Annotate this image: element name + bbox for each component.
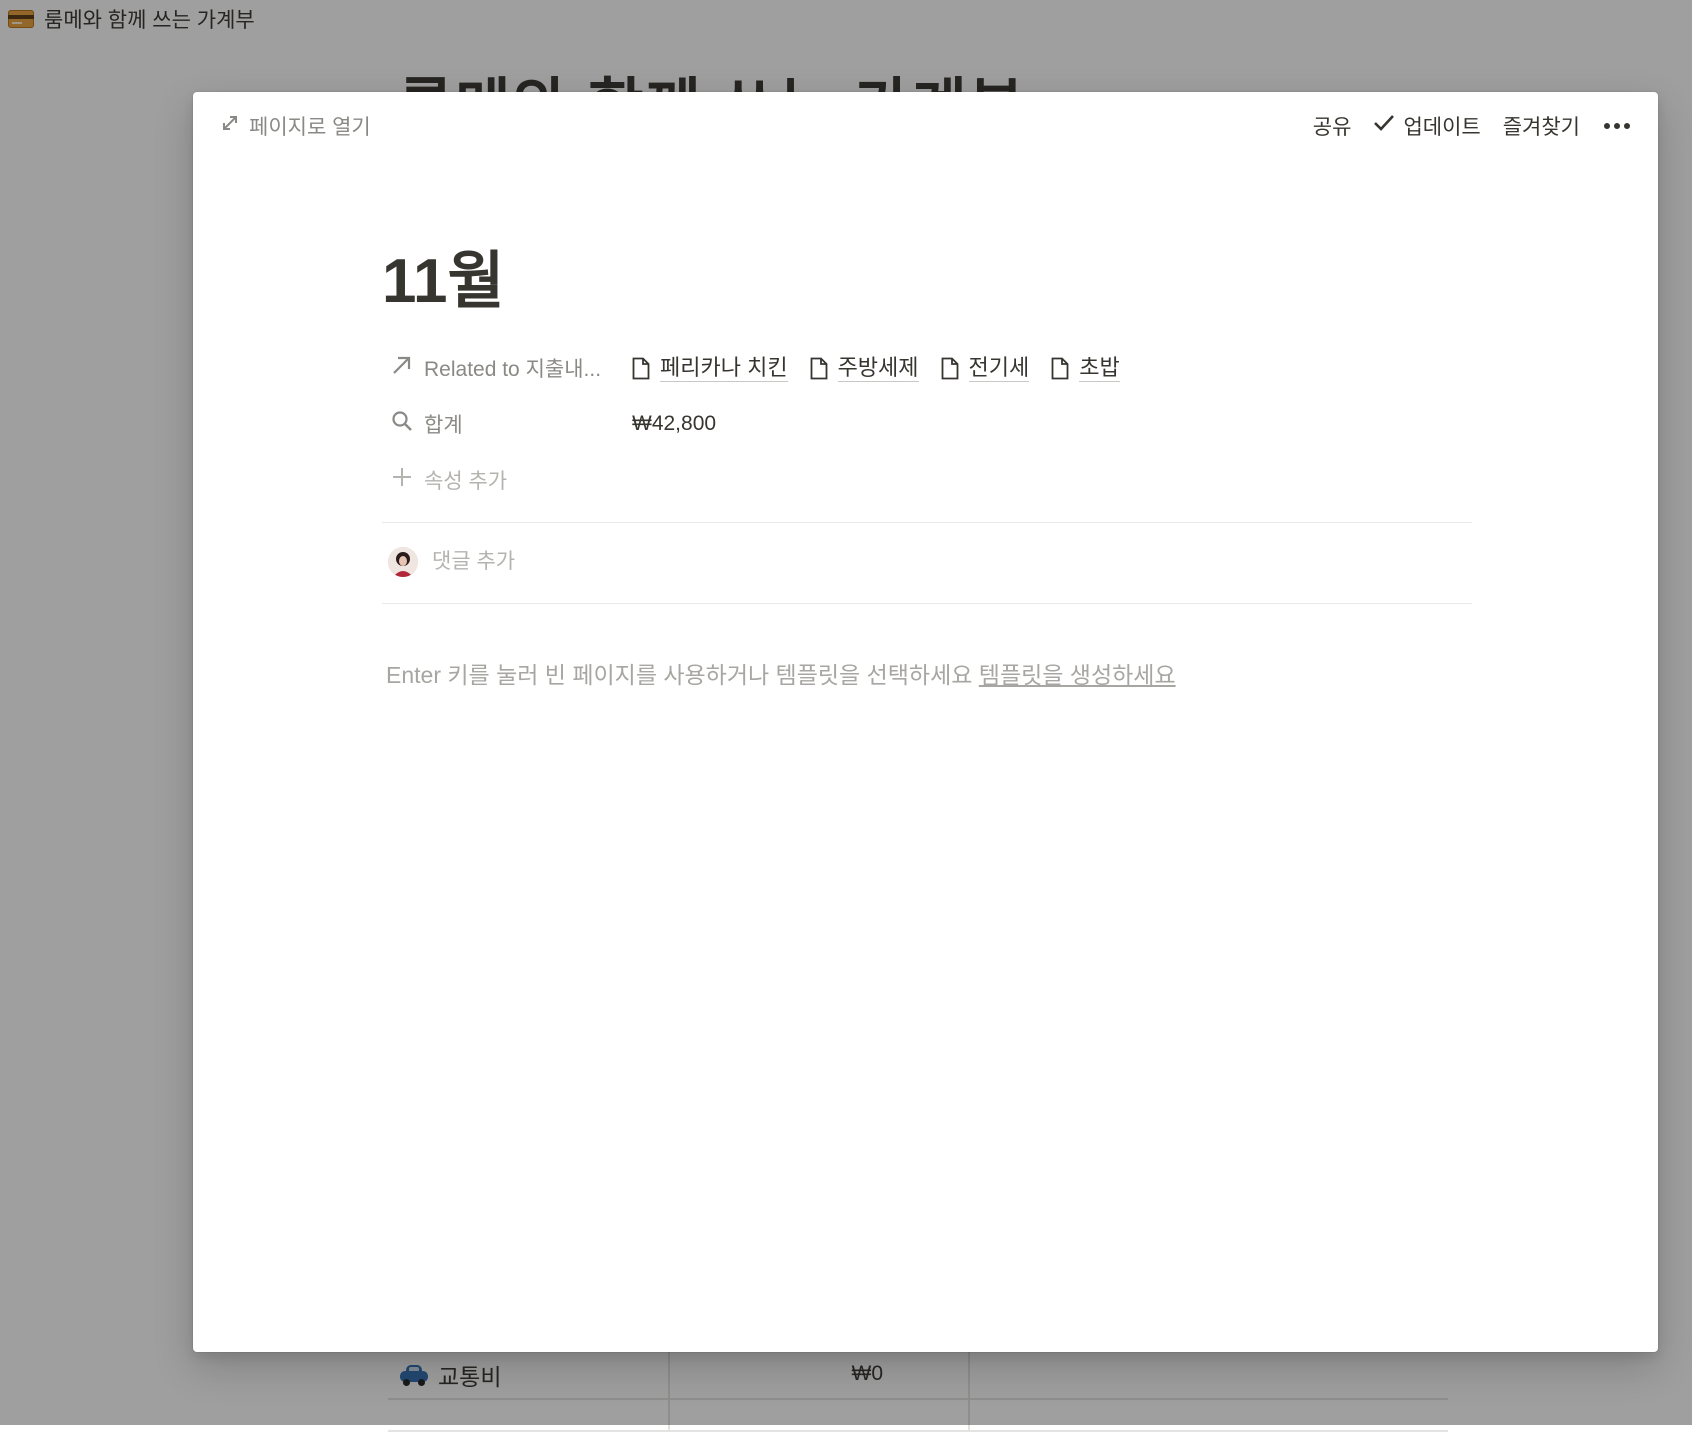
expand-arrows-icon	[221, 114, 239, 138]
relation-item-label: 페리카나 치킨	[660, 354, 788, 382]
page-icon	[632, 357, 650, 380]
add-property-button[interactable]: 속성 추가	[382, 452, 1472, 508]
add-property-text: 속성 추가	[424, 470, 508, 493]
share-label: 공유	[1312, 116, 1352, 139]
relation-item-label: 주방세제	[837, 354, 919, 382]
relation-item[interactable]: 전기세	[941, 355, 1030, 382]
modal-topbar: 페이지로 열기 공유 업데이트 즐겨찾기	[193, 92, 1658, 160]
comment-placeholder[interactable]: 댓글 추가	[432, 547, 515, 577]
page-title[interactable]: 11월	[382, 242, 1472, 322]
empty-page-hint[interactable]: Enter 키를 눌러 빈 페이지를 사용하거나 템플릿을 선택하세요 템플릿을…	[382, 656, 1472, 690]
property-row-total: 합계 ₩42,800	[382, 396, 1472, 452]
search-icon	[390, 409, 414, 439]
arrow-up-right-icon	[390, 353, 414, 383]
relation-item[interactable]: 페리카나 치킨	[632, 355, 788, 382]
property-row-relation: Related to 지출내... 페리카나 치킨 주방세제 전기세 초밥	[382, 340, 1472, 396]
relation-item-label: 초밥	[1079, 354, 1120, 382]
page-icon	[1051, 357, 1069, 380]
divider	[382, 603, 1472, 604]
favorite-label: 즐겨찾기	[1502, 116, 1580, 139]
relation-item[interactable]: 초밥	[1051, 354, 1120, 382]
checkmark-icon	[1373, 114, 1395, 138]
open-as-page-button[interactable]: 페이지로 열기	[221, 110, 371, 142]
property-label-text: 합계	[424, 414, 463, 437]
page-peek-modal: 페이지로 열기 공유 업데이트 즐겨찾기 11월 Related to 지출내.…	[193, 92, 1658, 1352]
comment-input-row[interactable]: 댓글 추가	[382, 523, 1472, 603]
page-content: 11월 Related to 지출내... 페리카나 치킨 주방세제 전기세 초…	[382, 242, 1472, 690]
total-amount: ₩42,800	[632, 412, 717, 435]
updates-label: 업데이트	[1403, 116, 1481, 139]
relation-values[interactable]: 페리카나 치킨 주방세제 전기세 초밥	[632, 340, 1120, 396]
property-label-relation[interactable]: Related to 지출내...	[390, 340, 630, 396]
favorite-button[interactable]: 즐겨찾기	[1503, 111, 1580, 141]
share-button[interactable]: 공유	[1313, 111, 1352, 141]
relation-item[interactable]: 주방세제	[810, 355, 919, 382]
more-options-icon[interactable]	[1602, 123, 1632, 129]
avatar	[388, 547, 418, 577]
updates-button[interactable]: 업데이트	[1373, 111, 1481, 141]
property-value-total[interactable]: ₩42,800	[632, 396, 716, 452]
page-icon	[941, 357, 959, 380]
empty-hint-text: Enter 키를 눌러 빈 페이지를 사용하거나 템플릿을 선택하세요	[386, 662, 973, 688]
relation-item-label: 전기세	[968, 354, 1030, 382]
property-label-text: Related to 지출내...	[424, 358, 602, 381]
page-icon	[810, 357, 828, 380]
plus-icon	[390, 465, 414, 495]
property-label-total[interactable]: 합계	[390, 396, 630, 452]
add-property-label: 속성 추가	[390, 452, 630, 508]
create-template-link[interactable]: 템플릿을 생성하세요	[979, 662, 1176, 688]
open-as-page-label: 페이지로 열기	[249, 116, 371, 139]
